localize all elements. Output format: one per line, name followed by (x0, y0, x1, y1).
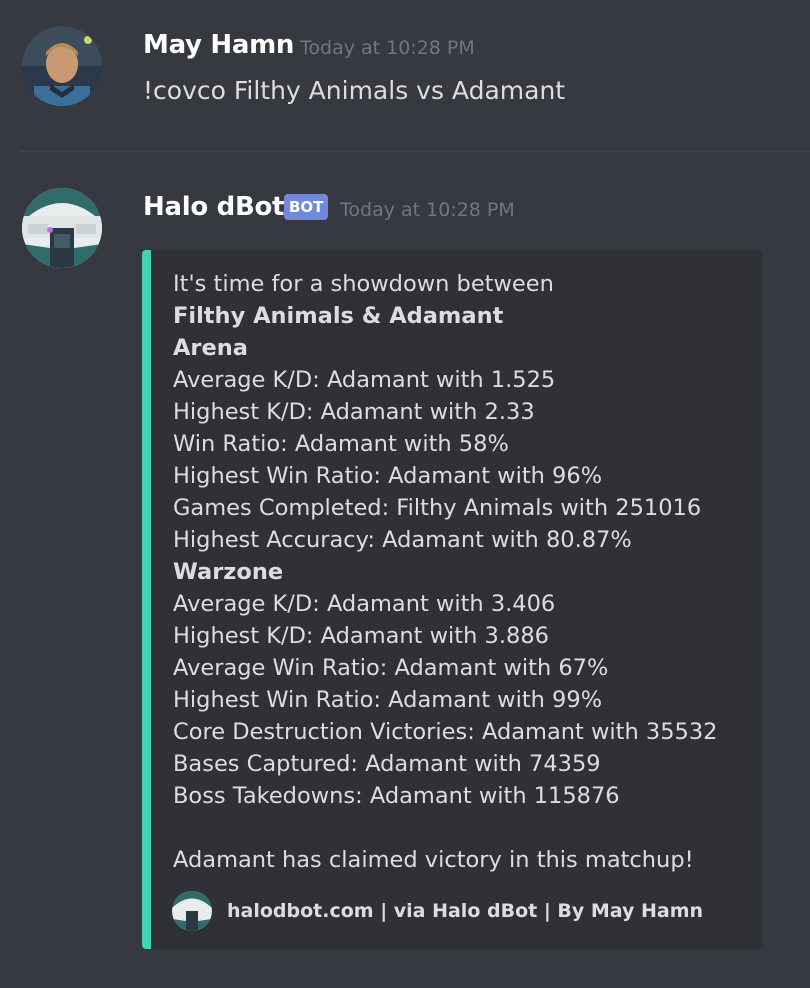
bot-badge: BOT (284, 194, 329, 220)
warzone-stat: Boss Takedowns: Adamant with 115876 (173, 783, 620, 809)
embed-footer-text: halodbot.com | via Halo dBot | By May Ha… (227, 900, 704, 922)
arena-heading: Arena (173, 335, 248, 361)
embed: It's time for a showdown between Filthy … (142, 250, 762, 949)
bot-avatar[interactable] (22, 188, 102, 268)
message-timestamp: Today at 10:28 PM (340, 199, 515, 221)
arena-stat: Average K/D: Adamant with 1.525 (173, 367, 556, 393)
footer-icon-wrapper (172, 891, 212, 931)
message-content: !covco Filthy Animals vs Adamant (143, 76, 566, 105)
message-author[interactable]: Halo dBot (143, 192, 284, 222)
message-divider (20, 151, 810, 152)
embed-intro: It's time for a showdown between (173, 271, 554, 297)
warzone-stat: Average K/D: Adamant with 3.406 (173, 591, 556, 617)
arena-stat: Games Completed: Filthy Animals with 251… (173, 495, 702, 521)
message-timestamp: Today at 10:28 PM (300, 37, 475, 59)
warzone-stat: Bases Captured: Adamant with 74359 (173, 751, 601, 777)
warzone-stat: Core Destruction Victories: Adamant with… (173, 719, 718, 745)
warzone-stat: Highest K/D: Adamant with 3.886 (173, 623, 549, 649)
embed-description: It's time for a showdown between Filthy … (173, 268, 717, 876)
user-avatar-icon (22, 26, 102, 106)
warzone-heading: Warzone (173, 559, 284, 585)
arena-stat: Win Ratio: Adamant with 58% (173, 431, 509, 457)
halo-helmet-icon (172, 891, 212, 931)
embed-footer: halodbot.com | via Halo dBot | By May Ha… (172, 891, 703, 931)
embed-spacer (173, 812, 717, 844)
embed-conclusion: Adamant has claimed victory in this matc… (173, 847, 694, 873)
embed-accent-bar (142, 250, 151, 949)
arena-stat: Highest Win Ratio: Adamant with 96% (173, 463, 603, 489)
warzone-stat: Highest Win Ratio: Adamant with 99% (173, 687, 603, 713)
halo-helmet-icon (22, 188, 102, 268)
arena-stat: Highest Accuracy: Adamant with 80.87% (173, 527, 632, 553)
message-author[interactable]: May Hamn (143, 30, 294, 60)
arena-stat: Highest K/D: Adamant with 2.33 (173, 399, 535, 425)
warzone-stat: Average Win Ratio: Adamant with 67% (173, 655, 609, 681)
user-avatar[interactable] (22, 26, 102, 106)
embed-matchup: Filthy Animals & Adamant (173, 303, 504, 329)
